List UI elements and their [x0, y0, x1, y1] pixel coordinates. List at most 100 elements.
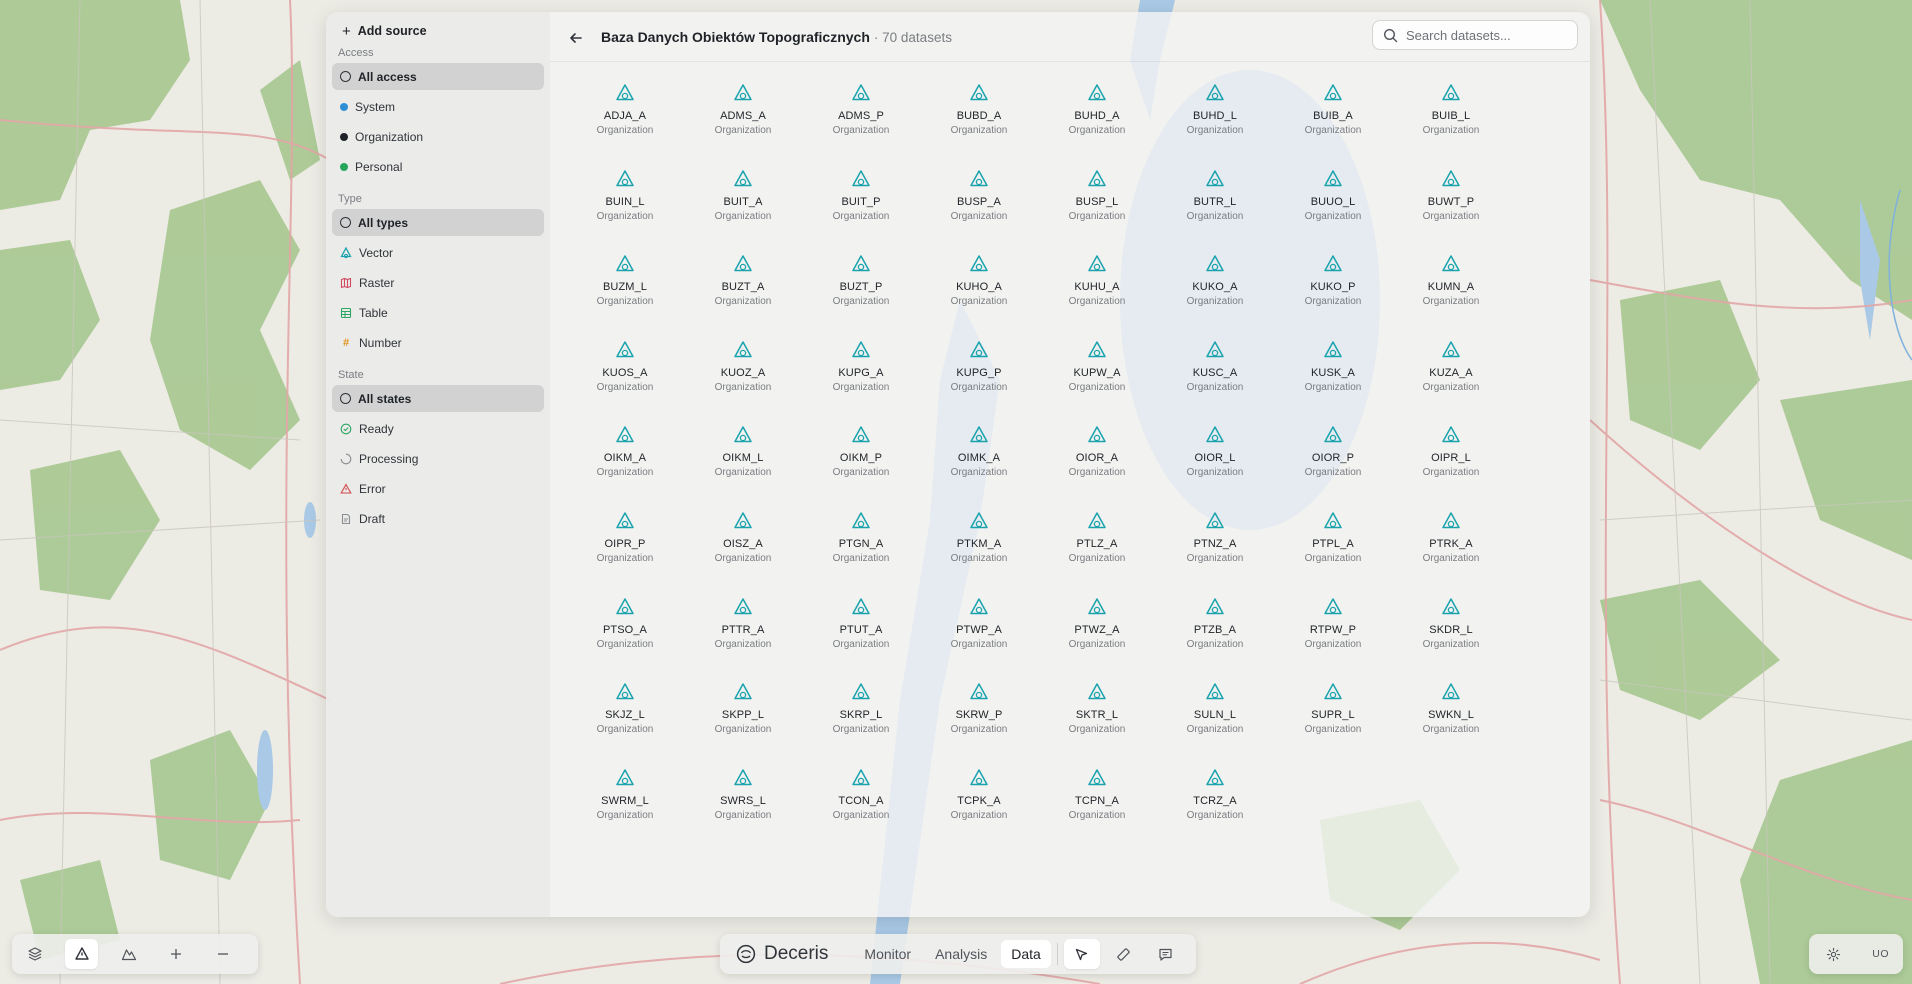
dataset-tile[interactable]: BUIT_A Organization	[684, 168, 802, 254]
dataset-tile[interactable]: SUPR_L Organization	[1274, 681, 1392, 767]
layers-button[interactable]	[18, 939, 51, 969]
dataset-tile[interactable]: TCPK_A Organization	[920, 767, 1038, 853]
dataset-tile[interactable]: OIOR_A Organization	[1038, 424, 1156, 510]
brand[interactable]: Deceris	[736, 943, 828, 965]
dataset-tile[interactable]: ADJA_A Organization	[566, 82, 684, 168]
elevation-button[interactable]	[112, 939, 145, 969]
dataset-tile[interactable]: KUHU_A Organization	[1038, 253, 1156, 339]
dataset-tile[interactable]: BUHD_A Organization	[1038, 82, 1156, 168]
dataset-tile[interactable]: TCON_A Organization	[802, 767, 920, 853]
dataset-tile[interactable]: SKTR_L Organization	[1038, 681, 1156, 767]
dataset-tile[interactable]: OIMK_A Organization	[920, 424, 1038, 510]
dataset-tile[interactable]: BUSP_A Organization	[920, 168, 1038, 254]
dataset-tile[interactable]: BUBD_A Organization	[920, 82, 1038, 168]
dataset-tile[interactable]: TCPN_A Organization	[1038, 767, 1156, 853]
filter-number[interactable]: # Number	[332, 329, 544, 356]
dataset-tile[interactable]: BUZT_A Organization	[684, 253, 802, 339]
dataset-tile[interactable]: PTSO_A Organization	[566, 596, 684, 682]
dataset-tile[interactable]: PTLZ_A Organization	[1038, 510, 1156, 596]
dataset-tile[interactable]: RTPW_P Organization	[1274, 596, 1392, 682]
settings-button[interactable]	[1815, 939, 1851, 969]
dataset-tile[interactable]: KUMN_A Organization	[1392, 253, 1510, 339]
filter-ready[interactable]: Ready	[332, 415, 544, 442]
dataset-tile[interactable]: PTTR_A Organization	[684, 596, 802, 682]
filter-table[interactable]: Table	[332, 299, 544, 326]
tab-data[interactable]: Data	[1001, 940, 1051, 968]
dataset-tile[interactable]: TCRZ_A Organization	[1156, 767, 1274, 853]
filter-vector[interactable]: Vector	[332, 239, 544, 266]
dataset-tile[interactable]: BUZM_L Organization	[566, 253, 684, 339]
filter-raster[interactable]: Raster	[332, 269, 544, 296]
dataset-tile[interactable]: KUPG_A Organization	[802, 339, 920, 425]
dataset-tile[interactable]: KUZA_A Organization	[1392, 339, 1510, 425]
dataset-tile[interactable]: OIPR_P Organization	[566, 510, 684, 596]
zoom-out-button[interactable]	[207, 939, 240, 969]
dataset-tile[interactable]: PTZB_A Organization	[1156, 596, 1274, 682]
measure-tool-button[interactable]	[1106, 939, 1142, 969]
dataset-tile[interactable]: KUSC_A Organization	[1156, 339, 1274, 425]
dataset-tile[interactable]: KUPW_A Organization	[1038, 339, 1156, 425]
dataset-tile[interactable]: OIOR_P Organization	[1274, 424, 1392, 510]
dataset-tile[interactable]: PTRK_A Organization	[1392, 510, 1510, 596]
dataset-tile[interactable]: OISZ_A Organization	[684, 510, 802, 596]
dataset-tile[interactable]: PTNZ_A Organization	[1156, 510, 1274, 596]
dataset-tile[interactable]: PTKM_A Organization	[920, 510, 1038, 596]
dataset-tile[interactable]: SKRW_P Organization	[920, 681, 1038, 767]
dataset-tile[interactable]: KUKO_A Organization	[1156, 253, 1274, 339]
dataset-tile[interactable]: BUIB_A Organization	[1274, 82, 1392, 168]
search-box[interactable]	[1372, 20, 1578, 50]
dataset-tile[interactable]: OIKM_L Organization	[684, 424, 802, 510]
dataset-tile[interactable]: BUSP_L Organization	[1038, 168, 1156, 254]
dataset-tile[interactable]: OIOR_L Organization	[1156, 424, 1274, 510]
dataset-tile[interactable]: KUSK_A Organization	[1274, 339, 1392, 425]
filter-all-states[interactable]: All states	[332, 385, 544, 412]
tab-monitor[interactable]: Monitor	[854, 940, 921, 968]
filter-draft[interactable]: Draft	[332, 505, 544, 532]
vector-tool-button[interactable]	[65, 939, 99, 969]
filter-organization[interactable]: Organization	[332, 123, 544, 150]
dataset-tile[interactable]: OIPR_L Organization	[1392, 424, 1510, 510]
dataset-tile[interactable]: SKDR_L Organization	[1392, 596, 1510, 682]
dataset-tile[interactable]: BUIB_L Organization	[1392, 82, 1510, 168]
filter-all-types[interactable]: All types	[332, 209, 544, 236]
filter-system[interactable]: System	[332, 93, 544, 120]
dataset-tile[interactable]: ADMS_P Organization	[802, 82, 920, 168]
dataset-tile[interactable]: SWKN_L Organization	[1392, 681, 1510, 767]
dataset-tile[interactable]: KUOS_A Organization	[566, 339, 684, 425]
dataset-tile[interactable]: KUKO_P Organization	[1274, 253, 1392, 339]
zoom-in-button[interactable]	[160, 939, 193, 969]
dataset-tile[interactable]: ADMS_A Organization	[684, 82, 802, 168]
dataset-tile[interactable]: PTPL_A Organization	[1274, 510, 1392, 596]
dataset-tile[interactable]: KUOZ_A Organization	[684, 339, 802, 425]
search-input[interactable]	[1406, 27, 1566, 43]
select-tool-button[interactable]	[1063, 939, 1100, 969]
comment-tool-button[interactable]	[1148, 939, 1184, 969]
dataset-tile[interactable]: OIKM_A Organization	[566, 424, 684, 510]
dataset-tile[interactable]: PTWP_A Organization	[920, 596, 1038, 682]
dataset-tile[interactable]: SKPP_L Organization	[684, 681, 802, 767]
dataset-tile[interactable]: SULN_L Organization	[1156, 681, 1274, 767]
dataset-tile[interactable]: SWRM_L Organization	[566, 767, 684, 853]
dataset-tile[interactable]: SWRS_L Organization	[684, 767, 802, 853]
dataset-tile[interactable]: BUZT_P Organization	[802, 253, 920, 339]
filter-error[interactable]: Error	[332, 475, 544, 502]
dataset-tile[interactable]: SKJZ_L Organization	[566, 681, 684, 767]
back-button[interactable]	[566, 28, 586, 48]
filter-processing[interactable]: Processing	[332, 445, 544, 472]
avatar[interactable]: UO	[1872, 948, 1889, 960]
dataset-tile[interactable]: BUHD_L Organization	[1156, 82, 1274, 168]
dataset-tile[interactable]: BUIN_L Organization	[566, 168, 684, 254]
dataset-tile[interactable]: PTWZ_A Organization	[1038, 596, 1156, 682]
filter-personal[interactable]: Personal	[332, 153, 544, 180]
add-source-button[interactable]: + Add source	[332, 20, 544, 42]
dataset-tile[interactable]: PTGN_A Organization	[802, 510, 920, 596]
dataset-tile[interactable]: SKRP_L Organization	[802, 681, 920, 767]
dataset-tile[interactable]: OIKM_P Organization	[802, 424, 920, 510]
dataset-tile[interactable]: PTUT_A Organization	[802, 596, 920, 682]
dataset-tile[interactable]: KUHO_A Organization	[920, 253, 1038, 339]
dataset-tile[interactable]: BUUO_L Organization	[1274, 168, 1392, 254]
dataset-tile[interactable]: BUTR_L Organization	[1156, 168, 1274, 254]
filter-all-access[interactable]: All access	[332, 63, 544, 90]
dataset-tile[interactable]: BUWT_P Organization	[1392, 168, 1510, 254]
tab-analysis[interactable]: Analysis	[925, 940, 997, 968]
